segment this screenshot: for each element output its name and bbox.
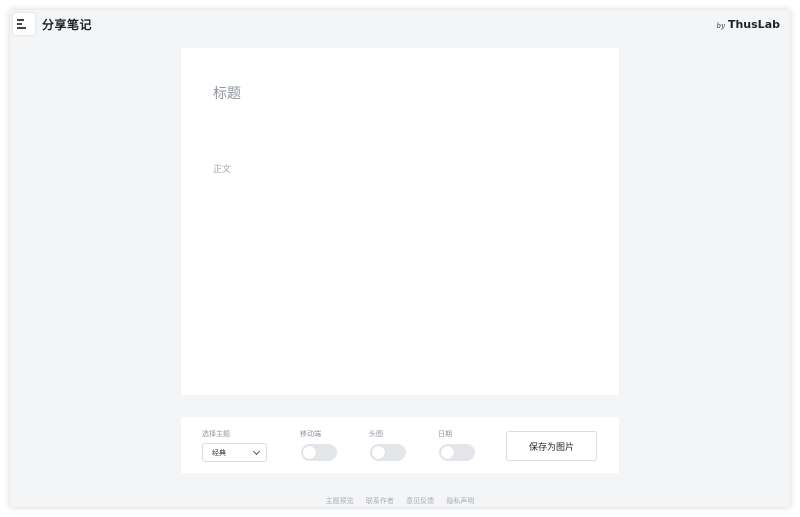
save-as-image-button[interactable]: 保存为图片 (506, 431, 597, 461)
date-label: 日期 (438, 430, 452, 438)
footer-link-contact-author[interactable]: 联系作者 (366, 497, 394, 505)
header: 分享笔记 by ThusLab (10, 10, 790, 40)
brand-name: ThusLab (727, 18, 780, 31)
theme-select[interactable]: 经典 (202, 443, 267, 462)
toggle-knob (303, 446, 316, 459)
footer-link-privacy[interactable]: 隐私声明 (446, 497, 474, 505)
mobile-toggle[interactable] (301, 444, 337, 461)
brand[interactable]: by ThusLab (717, 18, 780, 31)
controls-panel: 选择主题 经典 移动端 头图 日期 保存为图片 (181, 417, 619, 473)
app-logo-icon[interactable] (13, 13, 35, 35)
note-card: 标题 正文 (181, 48, 619, 395)
footer: 主题预览 联系作者 意见反馈 隐私声明 (10, 496, 790, 506)
chevron-down-icon (252, 447, 261, 456)
theme-select-value: 经典 (212, 449, 226, 457)
brand-by: by (716, 22, 725, 30)
theme-label: 选择主题 (202, 430, 230, 438)
toggle-knob (372, 446, 385, 459)
date-toggle[interactable] (439, 444, 475, 461)
note-title-input[interactable]: 标题 (213, 83, 241, 103)
toggle-knob (441, 446, 454, 459)
mobile-label: 移动端 (300, 430, 321, 438)
app-window: 分享笔记 by ThusLab 标题 正文 选择主题 经典 移动端 头图 日期 保… (10, 10, 790, 507)
footer-link-theme-preview[interactable]: 主题预览 (326, 497, 354, 505)
app-title: 分享笔记 (42, 18, 93, 32)
note-body-input[interactable]: 正文 (213, 162, 231, 175)
footer-link-feedback[interactable]: 意见反馈 (406, 497, 434, 505)
header-image-toggle[interactable] (370, 444, 406, 461)
header-image-label: 头图 (369, 430, 383, 438)
